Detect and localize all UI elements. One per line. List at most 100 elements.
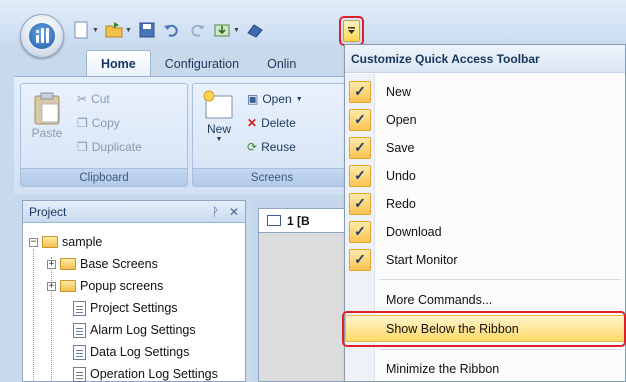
expand-icon[interactable]: + — [47, 259, 56, 269]
folder-icon — [60, 280, 76, 292]
checkmark-icon: ✓ — [349, 136, 371, 159]
download-icon[interactable] — [211, 19, 233, 41]
tree-node-label: Project Settings — [90, 301, 178, 315]
paste-button[interactable]: Paste — [29, 92, 65, 140]
application-button[interactable] — [20, 14, 64, 58]
close-icon[interactable]: ✕ — [229, 205, 239, 219]
menu-item-start-monitor[interactable]: ✓ Start Monitor — [345, 246, 625, 273]
menu-item-label: Undo — [386, 168, 416, 183]
menu-separator — [379, 349, 621, 350]
reuse-icon: ⟳ — [247, 140, 258, 154]
menu-item-label: New — [386, 84, 412, 99]
chevron-down-icon: ▼ — [215, 136, 223, 143]
copy-label: Copy — [91, 116, 120, 130]
document-area: 1 [B — [252, 200, 352, 382]
menu-item-redo[interactable]: ✓ Redo — [345, 190, 625, 217]
document-icon — [73, 322, 86, 338]
cut-label: Cut — [91, 92, 110, 106]
checkmark-icon: ✓ — [349, 164, 371, 187]
undo-icon[interactable] — [161, 19, 183, 41]
pin-icon[interactable]: ᚹ — [212, 205, 219, 219]
document-icon — [73, 366, 86, 382]
menu-item-save[interactable]: ✓ Save — [345, 134, 625, 161]
project-panel: Project ᚹ ✕ − sample + Base Screens + Po… — [22, 200, 246, 382]
screen-icon — [267, 215, 281, 226]
document-tab-label: 1 [B — [287, 213, 310, 228]
open-label: Open — [262, 92, 292, 106]
menu-item-label: More Commands... — [386, 292, 493, 307]
menu-item-download[interactable]: ✓ Download — [345, 218, 625, 245]
menu-item-more-commands[interactable]: More Commands... — [345, 286, 625, 313]
menu-item-minimize-ribbon[interactable]: Minimize the Ribbon — [345, 355, 625, 382]
menu-item-label: Start Monitor — [386, 252, 458, 267]
tab-configuration[interactable]: Configuration — [151, 52, 253, 76]
tree-node-alarm-log-settings[interactable]: Alarm Log Settings — [29, 319, 245, 341]
chevron-down-icon: ▼ — [295, 95, 303, 103]
tab-home[interactable]: Home — [86, 50, 151, 76]
menu-title: Customize Quick Access Toolbar — [345, 45, 625, 73]
delete-icon: ✕ — [247, 116, 258, 130]
open-folder-icon[interactable] — [103, 19, 125, 41]
open-icon: ▣ — [247, 92, 259, 106]
copy-button[interactable]: ❐ Copy — [77, 116, 120, 130]
duplicate-label: Duplicate — [91, 140, 142, 154]
project-panel-header: Project ᚹ ✕ — [23, 201, 245, 223]
checkmark-icon: ✓ — [349, 248, 371, 271]
title-bar: ▼ ▼ ▼ — [0, 0, 626, 46]
menu-item-label: Download — [386, 224, 442, 239]
document-tab[interactable]: 1 [B — [258, 208, 352, 232]
project-tree: − sample + Base Screens + Popup screens … — [23, 223, 245, 382]
clipboard-group: Paste ✂ Cut ❐ Copy ❐ Duplicate Clipboard — [20, 83, 188, 187]
tree-node-label: Operation Log Settings — [90, 367, 218, 381]
delete-screen-button[interactable]: ✕ Delete — [247, 116, 296, 130]
project-panel-title: Project — [29, 204, 67, 219]
save-icon[interactable] — [136, 19, 158, 41]
new-icon[interactable] — [70, 19, 92, 41]
start-monitor-icon[interactable] — [244, 19, 266, 41]
checkmark-icon: ✓ — [349, 220, 371, 243]
folder-icon — [42, 236, 58, 248]
chevron-down-icon[interactable]: ▼ — [92, 27, 100, 34]
tree-node-sample[interactable]: − sample — [29, 231, 245, 253]
delete-label: Delete — [261, 116, 296, 130]
menu-item-open[interactable]: ✓ Open — [345, 106, 625, 133]
document-icon — [73, 344, 86, 360]
checkmark-icon: ✓ — [349, 108, 371, 131]
tree-node-label: Popup screens — [80, 279, 164, 293]
copy-icon: ❐ — [77, 116, 88, 130]
cut-button[interactable]: ✂ Cut — [77, 92, 110, 106]
menu-separator — [379, 279, 621, 280]
new-screen-button[interactable]: New ▼ — [199, 88, 239, 143]
menu-item-label: Open — [386, 112, 417, 127]
tree-node-popup-screens[interactable]: + Popup screens — [29, 275, 245, 297]
screen-canvas[interactable] — [258, 232, 352, 382]
chevron-down-icon[interactable]: ▼ — [125, 27, 133, 34]
reuse-screen-button[interactable]: ⟳ Reuse — [247, 140, 296, 154]
redo-icon[interactable] — [186, 19, 208, 41]
tree-node-base-screens[interactable]: + Base Screens — [29, 253, 245, 275]
duplicate-button[interactable]: ❐ Duplicate — [77, 140, 142, 154]
open-screen-button[interactable]: ▣ Open ▼ — [247, 92, 303, 106]
tree-node-project-settings[interactable]: Project Settings — [29, 297, 245, 319]
checkmark-icon: ✓ — [349, 80, 371, 103]
tree-node-data-log-settings[interactable]: Data Log Settings — [29, 341, 245, 363]
tree-node-label: Data Log Settings — [90, 345, 190, 359]
checkmark-icon: ✓ — [349, 192, 371, 215]
collapse-icon[interactable]: − — [29, 237, 38, 247]
menu-item-undo[interactable]: ✓ Undo — [345, 162, 625, 189]
chevron-down-icon[interactable]: ▼ — [233, 27, 241, 34]
tab-online[interactable]: Onlin — [253, 52, 310, 76]
duplicate-icon: ❐ — [77, 140, 88, 154]
menu-item-label: Redo — [386, 196, 416, 211]
show-below-highlight — [342, 311, 626, 347]
expand-icon[interactable]: + — [47, 281, 56, 291]
menu-item-new[interactable]: ✓ New — [345, 78, 625, 105]
new-label: New — [206, 122, 231, 136]
clipboard-group-label: Clipboard — [21, 168, 187, 186]
quick-access-toolbar: ▼ ▼ ▼ — [70, 18, 266, 42]
menu-item-label: Save — [386, 140, 415, 155]
tree-node-label: sample — [62, 235, 103, 249]
tree-node-operation-log-settings[interactable]: Operation Log Settings — [29, 363, 245, 382]
paste-label: Paste — [31, 126, 63, 140]
menu-item-label: Minimize the Ribbon — [386, 361, 500, 376]
